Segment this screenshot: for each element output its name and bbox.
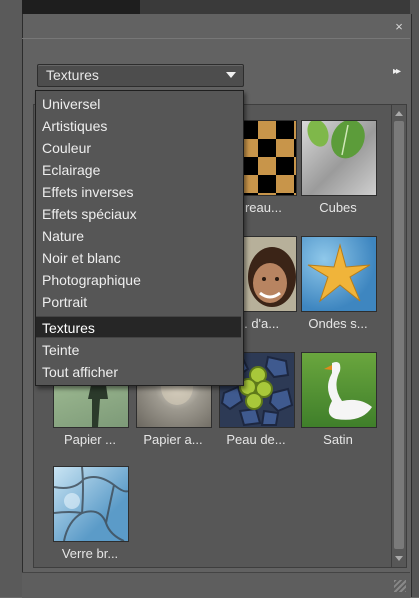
thumbnail-caption: Verre br... — [61, 546, 119, 561]
scrollbar-thumb[interactable] — [394, 121, 404, 549]
thumbnail-item[interactable]: Cubes — [298, 120, 378, 215]
thumbnail-caption: Ondes s... — [308, 316, 368, 331]
thumbnail-item[interactable]: Satin — [298, 352, 378, 447]
panel-footer — [22, 572, 410, 598]
thumbnail-caption: Cubes — [319, 200, 357, 215]
menu-item-noir-et-blanc[interactable]: Noir et blanc — [36, 247, 241, 269]
close-icon[interactable]: × — [392, 20, 406, 34]
menu-item-artistiques[interactable]: Artistiques — [36, 115, 241, 137]
starfish-waves-thumbnail — [301, 236, 377, 312]
panel-menu-icon[interactable]: ▸▸ — [393, 66, 401, 77]
menu-item-eclairage[interactable]: Eclairage — [36, 159, 241, 181]
thumbnail-caption: Papier ... — [63, 432, 117, 447]
thumbnail-caption: Papier a... — [143, 432, 203, 447]
leaf-cubes-thumbnail — [301, 120, 377, 196]
scrollbar[interactable] — [391, 104, 407, 568]
chevron-down-icon — [226, 72, 236, 78]
menu-item-photographique[interactable]: Photographique — [36, 269, 241, 291]
broken-glass-thumbnail — [53, 466, 129, 542]
top-strip — [0, 0, 419, 14]
thumbnail-item[interactable]: Verre br... — [50, 466, 130, 561]
top-strip-dark — [20, 0, 140, 14]
scroll-down-icon[interactable] — [395, 556, 403, 561]
menu-item-effets-speciaux[interactable]: Effets spéciaux — [36, 203, 241, 225]
left-gutter — [0, 0, 22, 597]
category-select[interactable]: Textures — [37, 64, 244, 87]
thumbnail-item[interactable]: Ondes s... — [298, 236, 378, 331]
resize-grip-icon[interactable] — [394, 580, 406, 592]
scroll-up-icon[interactable] — [395, 111, 403, 116]
menu-item-textures[interactable]: Textures — [36, 316, 241, 338]
menu-item-universel[interactable]: Universel — [36, 93, 241, 115]
category-dropdown-menu: Universel Artistiques Couleur Eclairage … — [35, 90, 244, 386]
titlebar-divider — [22, 38, 410, 39]
menu-item-nature[interactable]: Nature — [36, 225, 241, 247]
menu-item-portrait[interactable]: Portrait — [36, 291, 241, 313]
menu-item-tout-afficher[interactable]: Tout afficher — [36, 361, 241, 383]
swan-satin-thumbnail — [301, 352, 377, 428]
thumbnail-caption: Satin — [323, 432, 353, 447]
menu-item-couleur[interactable]: Couleur — [36, 137, 241, 159]
category-select-value: Textures — [46, 67, 99, 83]
thumbnail-caption: Peau de... — [226, 432, 286, 447]
menu-item-effets-inverses[interactable]: Effets inverses — [36, 181, 241, 203]
menu-item-teinte[interactable]: Teinte — [36, 339, 241, 361]
